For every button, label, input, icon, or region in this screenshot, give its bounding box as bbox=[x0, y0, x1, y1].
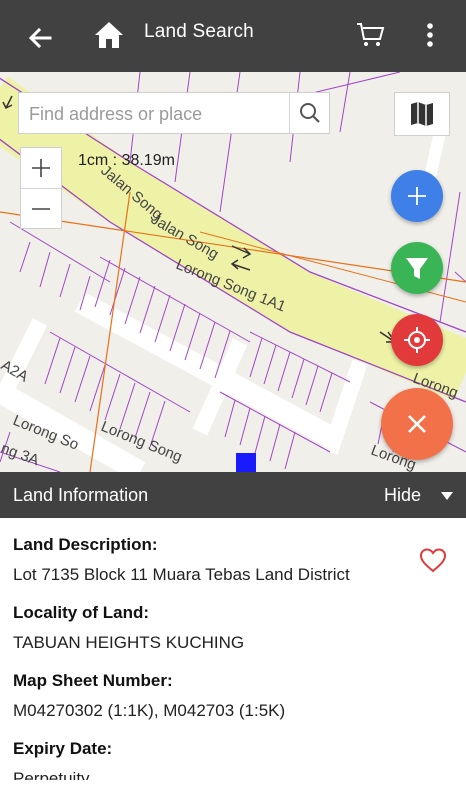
more-vertical-icon[interactable] bbox=[418, 20, 442, 50]
cart-icon[interactable] bbox=[355, 19, 385, 49]
search-input[interactable] bbox=[27, 99, 291, 129]
map-sheet-field: Map Sheet Number: M04270302 (1:1K), M042… bbox=[13, 671, 285, 721]
field-label: Expiry Date: bbox=[13, 739, 113, 758]
caret-down-icon[interactable] bbox=[440, 491, 454, 501]
land-description-field: Land Description: Lot 7135 Block 11 Muar… bbox=[13, 535, 350, 585]
street-label: ng 3A bbox=[0, 440, 41, 469]
page-title: Land Search bbox=[144, 21, 254, 42]
land-info-content[interactable]: Land Description: Lot 7135 Block 11 Muar… bbox=[0, 518, 466, 780]
minus-icon bbox=[32, 208, 50, 210]
locality-field: Locality of Land: TABUAN HEIGHTS KUCHING bbox=[13, 603, 244, 653]
home-icon[interactable] bbox=[92, 18, 126, 52]
locate-fab-button[interactable] bbox=[391, 314, 443, 366]
hide-button[interactable]: Hide bbox=[384, 485, 421, 506]
search-button[interactable] bbox=[289, 93, 330, 133]
zoom-in-button[interactable] bbox=[21, 148, 61, 189]
arrow-left-icon[interactable] bbox=[24, 22, 56, 54]
map-icon bbox=[411, 102, 433, 126]
field-value: TABUAN HEIGHTS KUCHING bbox=[13, 633, 245, 652]
close-icon bbox=[408, 415, 426, 433]
search-icon bbox=[300, 103, 320, 123]
land-info-header: Land Information Hide bbox=[0, 472, 466, 518]
map-scale-label: 1cm : 38.19m bbox=[78, 152, 175, 169]
field-value: M04270302 (1:1K), M042703 (1:5K) bbox=[13, 701, 286, 720]
field-value: Lot 7135 Block 11 Muara Tebas Land Distr… bbox=[13, 565, 350, 584]
field-value: Perpetuity bbox=[13, 769, 90, 780]
filter-icon bbox=[406, 258, 428, 279]
search-box bbox=[18, 92, 330, 134]
heart-icon[interactable] bbox=[418, 546, 448, 574]
plus-icon bbox=[408, 187, 426, 205]
field-label: Locality of Land: bbox=[13, 603, 149, 622]
map-layers-button[interactable] bbox=[394, 92, 450, 136]
zoom-control bbox=[20, 147, 62, 229]
crosshair-icon bbox=[404, 327, 430, 353]
close-fab-button[interactable] bbox=[381, 388, 453, 460]
map-view[interactable]: Jalan Song Jalan Song Lorong Song 1A1 Lo… bbox=[0, 72, 466, 472]
zoom-out-button[interactable] bbox=[21, 189, 61, 229]
field-label: Map Sheet Number: bbox=[13, 671, 173, 690]
plus-icon bbox=[32, 159, 50, 177]
add-fab-button[interactable] bbox=[391, 170, 443, 222]
panel-title: Land Information bbox=[13, 485, 149, 505]
expiry-date-field: Expiry Date: Perpetuity bbox=[13, 739, 112, 780]
field-label: Land Description: bbox=[13, 535, 158, 554]
app-bar: Land Search bbox=[0, 0, 466, 72]
filter-fab-button[interactable] bbox=[391, 242, 443, 294]
